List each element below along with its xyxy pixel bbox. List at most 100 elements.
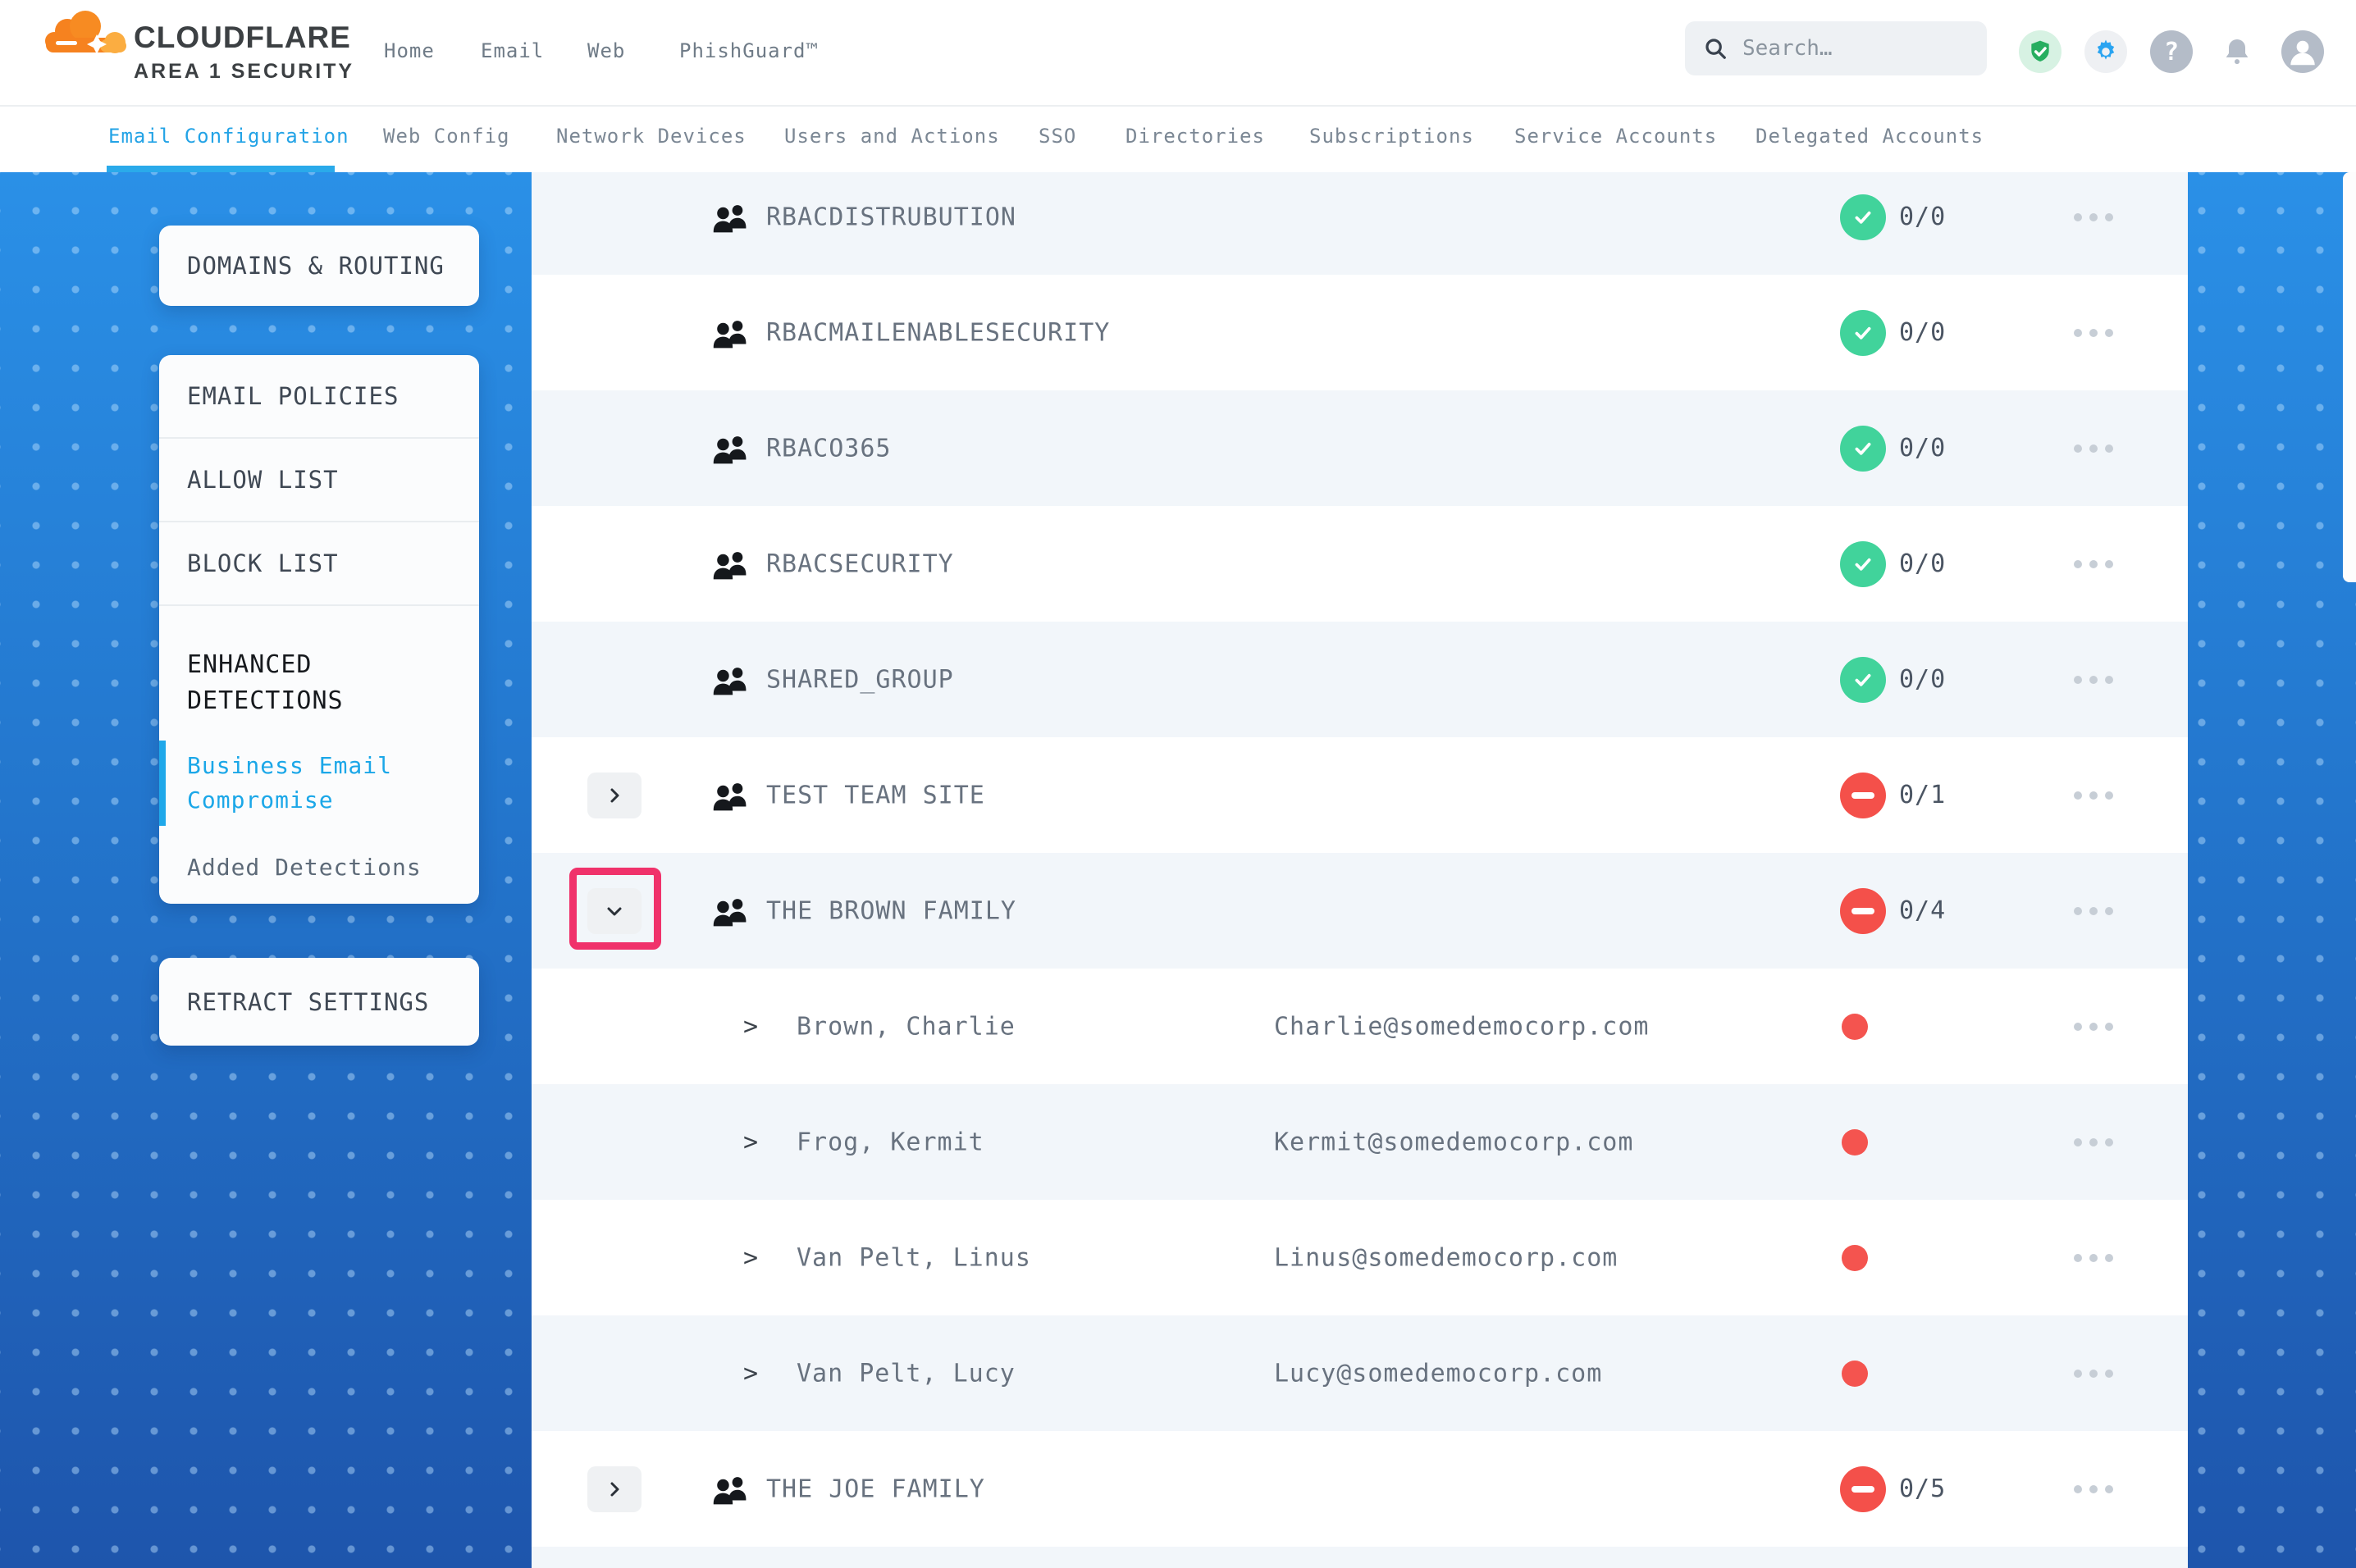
status-circle	[1840, 194, 1886, 240]
row-menu-button[interactable]	[2074, 329, 2113, 337]
tab-users-and-actions[interactable]: Users and Actions	[784, 125, 1000, 148]
member-chevron-icon[interactable]: >	[743, 1128, 758, 1156]
tab-sso[interactable]: SSO	[1039, 125, 1076, 148]
status-circle	[1840, 426, 1886, 472]
table-row: > THE JOE FAMILY 0/5	[532, 1431, 2188, 1547]
tab-delegated-accounts[interactable]: Delegated Accounts	[1756, 125, 1984, 148]
status-badge: 0/4	[1840, 888, 1946, 934]
search-input[interactable]	[1741, 35, 1949, 62]
search-box[interactable]	[1685, 21, 1987, 75]
sidebar-section-enhanced-detections[interactable]: ENHANCED DETECTIONS	[159, 606, 479, 719]
group-people-icon	[712, 779, 750, 812]
sidebar-item-block-list[interactable]: BLOCK LIST	[159, 522, 479, 606]
expand-toggle-button[interactable]	[587, 1466, 642, 1512]
row-email: Lucy@somedemocorp.com	[1274, 1359, 1602, 1388]
table-row: > RBACO365 0/0	[532, 390, 2188, 506]
group-people-icon	[712, 548, 750, 581]
nav-home[interactable]: Home	[384, 39, 435, 62]
table-row: > RBACDISTRUBUTION 0/0	[532, 172, 2188, 275]
row-email: Charlie@somedemocorp.com	[1274, 1012, 1649, 1041]
tab-service-accounts[interactable]: Service Accounts	[1514, 125, 1717, 148]
member-chevron-icon[interactable]: >	[743, 1243, 758, 1272]
notifications-bell-icon[interactable]	[2216, 30, 2258, 73]
check-icon	[1851, 437, 1874, 460]
shield-check-icon[interactable]	[2019, 30, 2062, 73]
row-menu-button[interactable]	[2074, 444, 2113, 453]
sidebar-item-retract-settings[interactable]: RETRACT SETTINGS	[159, 988, 429, 1016]
row-menu-button[interactable]	[2074, 1023, 2113, 1031]
status-circle	[1840, 1466, 1886, 1512]
member-chevron-icon[interactable]: >	[743, 1012, 758, 1041]
row-menu-button[interactable]	[2074, 907, 2113, 915]
sidebar-item-allow-list[interactable]: ALLOW LIST	[159, 439, 479, 522]
config-tab-bar: Email Configuration Web Config Network D…	[0, 105, 2356, 172]
table-row: > RBACSECURITY 0/0	[532, 506, 2188, 622]
sidebar-card-retract: RETRACT SETTINGS	[159, 958, 479, 1046]
group-people-icon	[712, 1473, 750, 1506]
nav-phishguard[interactable]: PhishGuard™	[679, 39, 819, 62]
row-name: SHARED_GROUP	[766, 665, 954, 694]
tab-email-configuration[interactable]: Email Configuration	[108, 125, 349, 148]
member-status-dot	[1842, 1245, 1868, 1271]
account-user-icon[interactable]	[2281, 30, 2324, 73]
row-menu-button[interactable]	[2074, 1370, 2113, 1378]
status-count: 0/0	[1899, 203, 1946, 231]
sidebar-item-business-email-compromise[interactable]: Business Email Compromise	[159, 749, 479, 818]
sidebar-item-email-policies[interactable]: EMAIL POLICIES	[159, 355, 479, 439]
vertical-scrollbar[interactable]	[2343, 172, 2356, 582]
group-table-card: > RBACDISTRUBUTION 0/0	[532, 172, 2188, 1568]
row-menu-button[interactable]	[2074, 791, 2113, 800]
check-icon	[1851, 321, 1874, 344]
tab-network-devices[interactable]: Network Devices	[556, 125, 747, 148]
gear-icon[interactable]	[2084, 30, 2127, 73]
top-header: CLOUDFLARE AREA 1 SECURITY Home Email We…	[0, 0, 2356, 107]
row-name: Van Pelt, Lucy	[797, 1359, 1016, 1388]
sidebar-card-domains: DOMAINS & ROUTING	[159, 226, 479, 306]
status-circle	[1840, 310, 1886, 356]
expand-toggle-button[interactable]	[587, 888, 642, 934]
member-status-dot	[1842, 1129, 1868, 1155]
table-row: > Van Pelt, Lucy Lucy@somedemocorp.com	[532, 1315, 2188, 1431]
group-table: > RBACDISTRUBUTION 0/0	[532, 172, 2188, 1568]
minus-icon	[1851, 792, 1874, 799]
row-menu-button[interactable]	[2074, 1138, 2113, 1146]
status-badge: 0/0	[1840, 657, 1946, 703]
group-people-icon	[712, 895, 750, 928]
check-icon	[1851, 206, 1874, 229]
row-menu-button[interactable]	[2074, 213, 2113, 221]
status-count: 0/0	[1899, 549, 1946, 578]
status-badge: 0/0	[1840, 194, 1946, 240]
row-menu-button[interactable]	[2074, 676, 2113, 684]
group-people-icon	[712, 317, 750, 349]
nav-email[interactable]: Email	[481, 39, 544, 62]
status-count: 0/0	[1899, 665, 1946, 694]
status-circle	[1840, 888, 1886, 934]
group-people-icon	[712, 663, 750, 696]
status-circle	[1840, 773, 1886, 818]
group-people-icon	[712, 201, 750, 234]
logo-brand: CLOUDFLARE	[134, 21, 354, 54]
nav-web[interactable]: Web	[587, 39, 625, 62]
member-chevron-icon[interactable]: >	[743, 1359, 758, 1388]
minus-icon	[1851, 1486, 1874, 1493]
help-icon[interactable]: ?	[2150, 30, 2193, 73]
sidebar-item-domains-routing[interactable]: DOMAINS & ROUTING	[159, 252, 445, 280]
row-menu-button[interactable]	[2074, 1254, 2113, 1262]
tab-web-config[interactable]: Web Config	[383, 125, 510, 148]
status-circle	[1840, 541, 1886, 587]
sidebar-item-added-detections[interactable]: Added Detections	[159, 850, 479, 885]
content-background: DOMAINS & ROUTING EMAIL POLICIES ALLOW L…	[0, 172, 2356, 1568]
expand-toggle-button[interactable]	[587, 773, 642, 818]
active-tab-underline	[107, 166, 335, 172]
status-circle	[1840, 657, 1886, 703]
row-menu-button[interactable]	[2074, 1485, 2113, 1493]
table-row: > SHARED_GROUP 0/0	[532, 622, 2188, 737]
row-name: THE JOE FAMILY	[766, 1475, 985, 1503]
check-icon	[1851, 668, 1874, 691]
row-menu-button[interactable]	[2074, 560, 2113, 568]
tab-directories[interactable]: Directories	[1125, 125, 1265, 148]
group-people-icon	[712, 432, 750, 465]
tab-subscriptions[interactable]: Subscriptions	[1309, 125, 1474, 148]
status-badge: 0/0	[1840, 541, 1946, 587]
table-row: > THE BROWN FAMILY 0/4	[532, 853, 2188, 969]
